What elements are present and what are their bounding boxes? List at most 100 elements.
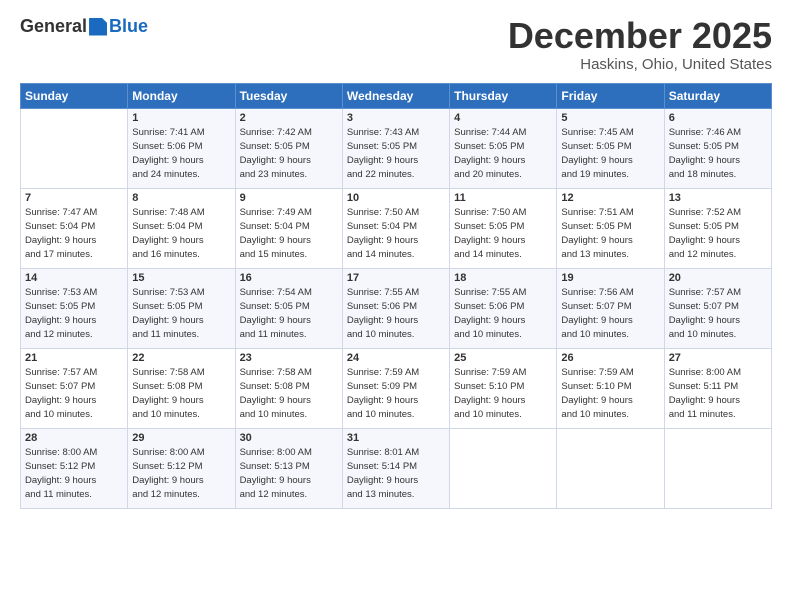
day-info: Sunrise: 7:48 AM Sunset: 5:04 PM Dayligh… bbox=[132, 206, 230, 263]
day-number: 27 bbox=[669, 352, 767, 364]
calendar-cell: 14Sunrise: 7:53 AM Sunset: 5:05 PM Dayli… bbox=[21, 268, 128, 348]
calendar-cell: 18 Sunrise: 7:55 AM Sunset: 5:06 PM Dayli… bbox=[450, 268, 557, 348]
day-number: 1 bbox=[132, 112, 230, 124]
calendar-cell: 17 Sunrise: 7:55 AM Sunset: 5:06 PM Dayli… bbox=[342, 268, 449, 348]
day-info: Sunrise: 8:00 AM Sunset: 5:11 PM Dayligh… bbox=[669, 366, 767, 423]
day-info: Sunrise: 7:59 AM Sunset: 5:09 PM Dayligh… bbox=[347, 366, 445, 423]
day-info: Sunrise: 7:45 AM Sunset: 5:05 PM Dayligh… bbox=[561, 126, 659, 183]
calendar-cell bbox=[664, 428, 771, 508]
day-number: 17 bbox=[347, 272, 445, 284]
day-number: 23 bbox=[240, 352, 338, 364]
day-info: Sunrise: 7:44 AM Sunset: 5:05 PM Dayligh… bbox=[454, 126, 552, 183]
column-header-tuesday: Tuesday bbox=[235, 83, 342, 108]
day-info: Sunrise: 7:47 AM Sunset: 5:04 PM Dayligh… bbox=[25, 206, 123, 263]
logo-general: General bbox=[20, 16, 87, 37]
calendar-cell: 8Sunrise: 7:48 AM Sunset: 5:04 PM Daylig… bbox=[128, 188, 235, 268]
day-info: Sunrise: 7:43 AM Sunset: 5:05 PM Dayligh… bbox=[347, 126, 445, 183]
column-header-thursday: Thursday bbox=[450, 83, 557, 108]
column-header-monday: Monday bbox=[128, 83, 235, 108]
day-info: Sunrise: 7:58 AM Sunset: 5:08 PM Dayligh… bbox=[132, 366, 230, 423]
day-number: 7 bbox=[25, 192, 123, 204]
week-row-3: 14 Sunrise: 7:53 AM Sunset: 5:05 PM Dayli… bbox=[21, 268, 772, 348]
calendar-cell bbox=[450, 428, 557, 508]
location: Haskins, Ohio, United States bbox=[508, 56, 772, 73]
day-number: 3 bbox=[347, 112, 445, 124]
calendar-cell: 11 Sunrise: 7:50 AM Sunset: 5:05 PM Dayli… bbox=[450, 188, 557, 268]
logo-blue: Blue bbox=[109, 16, 148, 37]
day-info: Sunrise: 7:41 AM Sunset: 5:06 PM Dayligh… bbox=[132, 126, 230, 183]
day-number: 28 bbox=[25, 432, 123, 444]
day-number: 16 bbox=[240, 272, 338, 284]
week-row-1: 1 Sunrise: 7:41 AM Sunset: 5:06 PM Daylig… bbox=[21, 108, 772, 188]
day-number: 4 bbox=[454, 112, 552, 124]
calendar-cell: 13Sunrise: 7:52 AM Sunset: 5:05 PM Dayli… bbox=[664, 188, 771, 268]
calendar-cell: 31 Sunrise: 8:01 AM Sunset: 5:14 PM Dayli… bbox=[342, 428, 449, 508]
day-number: 29 bbox=[132, 432, 230, 444]
calendar-cell bbox=[21, 108, 128, 188]
logo-icon bbox=[89, 18, 107, 36]
day-info: Sunrise: 7:53 AM Sunset: 5:05 PM Dayligh… bbox=[132, 286, 230, 343]
day-info: Sunrise: 7:57 AM Sunset: 5:07 PM Dayligh… bbox=[25, 366, 123, 423]
day-info: Sunrise: 7:55 AM Sunset: 5:06 PM Dayligh… bbox=[347, 286, 445, 343]
day-number: 12 bbox=[561, 192, 659, 204]
calendar-cell: 30 Sunrise: 8:00 AM Sunset: 5:13 PM Dayli… bbox=[235, 428, 342, 508]
calendar-cell: 27 Sunrise: 8:00 AM Sunset: 5:11 PM Dayli… bbox=[664, 348, 771, 428]
calendar-cell: 15 Sunrise: 7:53 AM Sunset: 5:05 PM Dayli… bbox=[128, 268, 235, 348]
month-title: December 2025 bbox=[508, 16, 772, 56]
calendar-cell: 29Sunrise: 8:00 AM Sunset: 5:12 PM Dayli… bbox=[128, 428, 235, 508]
day-info: Sunrise: 8:00 AM Sunset: 5:13 PM Dayligh… bbox=[240, 446, 338, 503]
day-number: 22 bbox=[132, 352, 230, 364]
calendar-cell: 12 Sunrise: 7:51 AM Sunset: 5:05 PM Dayli… bbox=[557, 188, 664, 268]
day-info: Sunrise: 8:00 AM Sunset: 5:12 PM Dayligh… bbox=[25, 446, 123, 503]
calendar-cell bbox=[557, 428, 664, 508]
day-number: 9 bbox=[240, 192, 338, 204]
day-number: 10 bbox=[347, 192, 445, 204]
day-info: Sunrise: 7:54 AM Sunset: 5:05 PM Dayligh… bbox=[240, 286, 338, 343]
calendar-cell: 26Sunrise: 7:59 AM Sunset: 5:10 PM Dayli… bbox=[557, 348, 664, 428]
day-info: Sunrise: 7:50 AM Sunset: 5:05 PM Dayligh… bbox=[454, 206, 552, 263]
calendar-cell: 7 Sunrise: 7:47 AM Sunset: 5:04 PM Daylig… bbox=[21, 188, 128, 268]
day-info: Sunrise: 7:51 AM Sunset: 5:05 PM Dayligh… bbox=[561, 206, 659, 263]
day-info: Sunrise: 7:42 AM Sunset: 5:05 PM Dayligh… bbox=[240, 126, 338, 183]
title-block: December 2025 Haskins, Ohio, United Stat… bbox=[508, 16, 772, 73]
day-number: 25 bbox=[454, 352, 552, 364]
calendar-cell: 1 Sunrise: 7:41 AM Sunset: 5:06 PM Daylig… bbox=[128, 108, 235, 188]
day-number: 6 bbox=[669, 112, 767, 124]
calendar-cell: 2Sunrise: 7:42 AM Sunset: 5:05 PM Daylig… bbox=[235, 108, 342, 188]
column-header-sunday: Sunday bbox=[21, 83, 128, 108]
column-header-wednesday: Wednesday bbox=[342, 83, 449, 108]
calendar-cell: 6 Sunrise: 7:46 AM Sunset: 5:05 PM Daylig… bbox=[664, 108, 771, 188]
day-info: Sunrise: 7:55 AM Sunset: 5:06 PM Dayligh… bbox=[454, 286, 552, 343]
day-number: 31 bbox=[347, 432, 445, 444]
day-info: Sunrise: 7:49 AM Sunset: 5:04 PM Dayligh… bbox=[240, 206, 338, 263]
day-info: Sunrise: 7:46 AM Sunset: 5:05 PM Dayligh… bbox=[669, 126, 767, 183]
day-number: 19 bbox=[561, 272, 659, 284]
day-info: Sunrise: 7:56 AM Sunset: 5:07 PM Dayligh… bbox=[561, 286, 659, 343]
calendar-cell: 9 Sunrise: 7:49 AM Sunset: 5:04 PM Daylig… bbox=[235, 188, 342, 268]
page-container: General Blue December 2025 Haskins, Ohio… bbox=[0, 0, 792, 612]
logo: General Blue bbox=[20, 16, 148, 37]
calendar-cell: 24Sunrise: 7:59 AM Sunset: 5:09 PM Dayli… bbox=[342, 348, 449, 428]
column-header-friday: Friday bbox=[557, 83, 664, 108]
day-number: 21 bbox=[25, 352, 123, 364]
day-number: 5 bbox=[561, 112, 659, 124]
day-number: 11 bbox=[454, 192, 552, 204]
day-info: Sunrise: 7:59 AM Sunset: 5:10 PM Dayligh… bbox=[561, 366, 659, 423]
day-number: 20 bbox=[669, 272, 767, 284]
calendar-cell: 5 Sunrise: 7:45 AM Sunset: 5:05 PM Daylig… bbox=[557, 108, 664, 188]
calendar-cell: 19 Sunrise: 7:56 AM Sunset: 5:07 PM Dayli… bbox=[557, 268, 664, 348]
logo-text: General Blue bbox=[20, 16, 148, 37]
day-info: Sunrise: 7:52 AM Sunset: 5:05 PM Dayligh… bbox=[669, 206, 767, 263]
calendar-cell: 4 Sunrise: 7:44 AM Sunset: 5:05 PM Daylig… bbox=[450, 108, 557, 188]
day-number: 18 bbox=[454, 272, 552, 284]
day-info: Sunrise: 7:57 AM Sunset: 5:07 PM Dayligh… bbox=[669, 286, 767, 343]
day-number: 30 bbox=[240, 432, 338, 444]
day-number: 14 bbox=[25, 272, 123, 284]
header: General Blue December 2025 Haskins, Ohio… bbox=[20, 16, 772, 73]
calendar-cell: 28 Sunrise: 8:00 AM Sunset: 5:12 PM Dayli… bbox=[21, 428, 128, 508]
day-number: 15 bbox=[132, 272, 230, 284]
calendar-cell: 16 Sunrise: 7:54 AM Sunset: 5:05 PM Dayli… bbox=[235, 268, 342, 348]
day-info: Sunrise: 8:01 AM Sunset: 5:14 PM Dayligh… bbox=[347, 446, 445, 503]
column-header-saturday: Saturday bbox=[664, 83, 771, 108]
calendar-cell: 10Sunrise: 7:50 AM Sunset: 5:04 PM Dayli… bbox=[342, 188, 449, 268]
